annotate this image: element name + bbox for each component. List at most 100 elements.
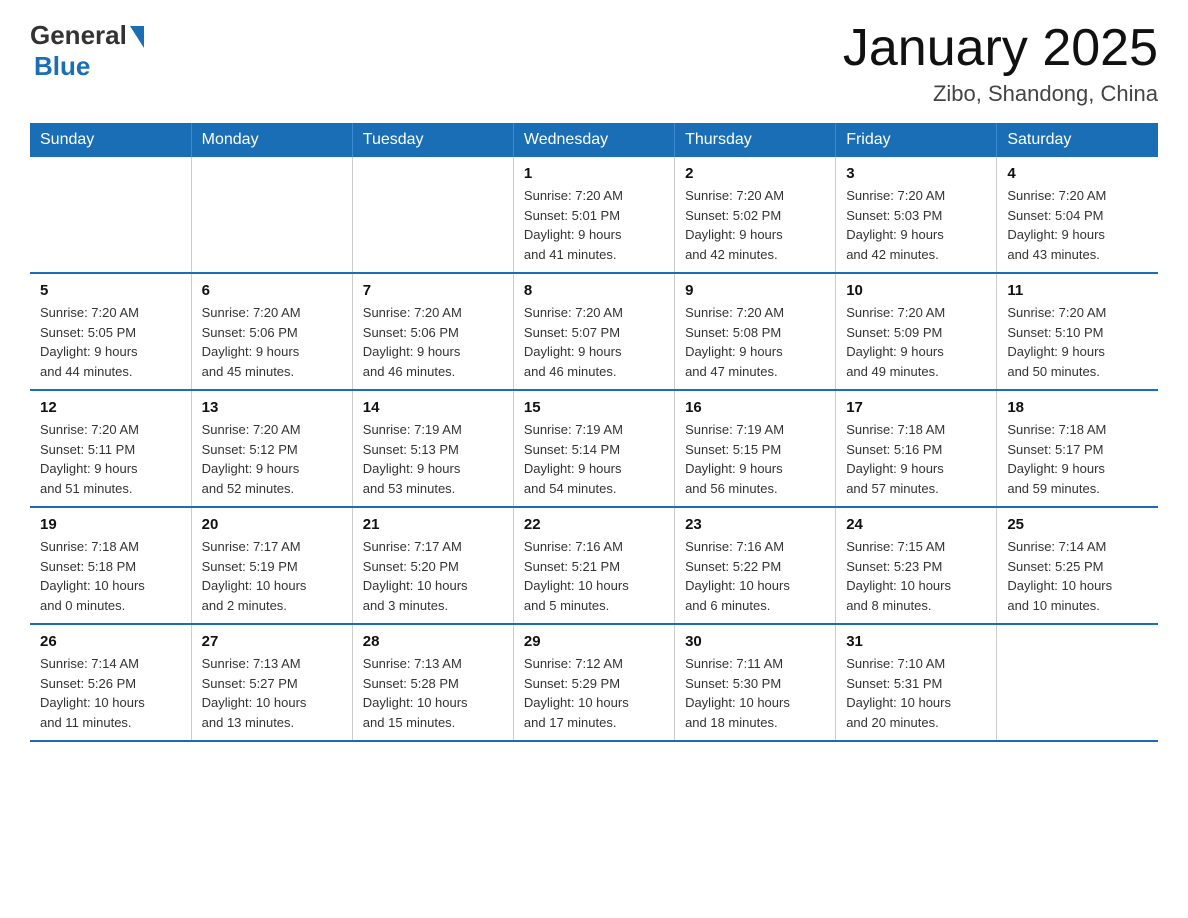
day-number: 18 [1007, 399, 1148, 416]
day-info: Sunrise: 7:16 AM Sunset: 5:21 PM Dayligh… [524, 537, 664, 615]
col-header-wednesday: Wednesday [513, 123, 674, 157]
logo: General Blue [30, 20, 144, 82]
day-number: 6 [202, 282, 342, 299]
page-header: General Blue January 2025 Zibo, Shandong… [30, 20, 1158, 107]
calendar-cell [352, 157, 513, 273]
calendar-cell: 12 Sunrise: 7:20 AM Sunset: 5:11 PM Dayli… [30, 390, 191, 507]
day-number: 10 [846, 282, 986, 299]
week-row-5: 26 Sunrise: 7:14 AM Sunset: 5:26 PM Dayli… [30, 624, 1158, 741]
day-info: Sunrise: 7:20 AM Sunset: 5:06 PM Dayligh… [363, 303, 503, 381]
calendar-cell: 10 Sunrise: 7:20 AM Sunset: 5:09 PM Dayli… [836, 273, 997, 390]
day-number: 27 [202, 633, 342, 650]
day-info: Sunrise: 7:14 AM Sunset: 5:26 PM Dayligh… [40, 654, 181, 732]
logo-blue-text: Blue [34, 51, 90, 82]
day-info: Sunrise: 7:20 AM Sunset: 5:09 PM Dayligh… [846, 303, 986, 381]
calendar-cell: 18 Sunrise: 7:18 AM Sunset: 5:17 PM Dayli… [997, 390, 1158, 507]
day-info: Sunrise: 7:20 AM Sunset: 5:10 PM Dayligh… [1007, 303, 1148, 381]
calendar-cell: 6 Sunrise: 7:20 AM Sunset: 5:06 PM Daylig… [191, 273, 352, 390]
calendar-cell: 27Sunrise: 7:13 AM Sunset: 5:27 PM Dayli… [191, 624, 352, 741]
day-number: 13 [202, 399, 342, 416]
day-number: 16 [685, 399, 825, 416]
logo-general-text: General [30, 20, 127, 51]
day-info: Sunrise: 7:15 AM Sunset: 5:23 PM Dayligh… [846, 537, 986, 615]
calendar-cell: 29 Sunrise: 7:12 AM Sunset: 5:29 PM Dayli… [513, 624, 674, 741]
day-info: Sunrise: 7:20 AM Sunset: 5:11 PM Dayligh… [40, 420, 181, 498]
col-header-saturday: Saturday [997, 123, 1158, 157]
day-number: 20 [202, 516, 342, 533]
day-info: Sunrise: 7:18 AM Sunset: 5:17 PM Dayligh… [1007, 420, 1148, 498]
day-info: Sunrise: 7:18 AM Sunset: 5:18 PM Dayligh… [40, 537, 181, 615]
col-header-sunday: Sunday [30, 123, 191, 157]
day-info: Sunrise: 7:11 AM Sunset: 5:30 PM Dayligh… [685, 654, 825, 732]
day-info: Sunrise: 7:20 AM Sunset: 5:05 PM Dayligh… [40, 303, 181, 381]
col-header-friday: Friday [836, 123, 997, 157]
calendar-cell: 16 Sunrise: 7:19 AM Sunset: 5:15 PM Dayli… [675, 390, 836, 507]
day-info: Sunrise: 7:20 AM Sunset: 5:06 PM Dayligh… [202, 303, 342, 381]
day-number: 8 [524, 282, 664, 299]
day-number: 24 [846, 516, 986, 533]
day-info: Sunrise: 7:20 AM Sunset: 5:12 PM Dayligh… [202, 420, 342, 498]
day-info: Sunrise: 7:20 AM Sunset: 5:08 PM Dayligh… [685, 303, 825, 381]
calendar-cell [30, 157, 191, 273]
calendar-cell: 7 Sunrise: 7:20 AM Sunset: 5:06 PM Daylig… [352, 273, 513, 390]
week-row-1: 1Sunrise: 7:20 AM Sunset: 5:01 PM Daylig… [30, 157, 1158, 273]
calendar-table: SundayMondayTuesdayWednesdayThursdayFrid… [30, 123, 1158, 742]
week-row-3: 12 Sunrise: 7:20 AM Sunset: 5:11 PM Dayli… [30, 390, 1158, 507]
day-number: 17 [846, 399, 986, 416]
day-info: Sunrise: 7:13 AM Sunset: 5:28 PM Dayligh… [363, 654, 503, 732]
col-header-tuesday: Tuesday [352, 123, 513, 157]
calendar-cell: 8Sunrise: 7:20 AM Sunset: 5:07 PM Daylig… [513, 273, 674, 390]
day-info: Sunrise: 7:20 AM Sunset: 5:04 PM Dayligh… [1007, 186, 1148, 264]
day-info: Sunrise: 7:16 AM Sunset: 5:22 PM Dayligh… [685, 537, 825, 615]
day-info: Sunrise: 7:19 AM Sunset: 5:15 PM Dayligh… [685, 420, 825, 498]
day-info: Sunrise: 7:10 AM Sunset: 5:31 PM Dayligh… [846, 654, 986, 732]
day-number: 1 [524, 165, 664, 182]
calendar-cell: 5 Sunrise: 7:20 AM Sunset: 5:05 PM Daylig… [30, 273, 191, 390]
day-info: Sunrise: 7:14 AM Sunset: 5:25 PM Dayligh… [1007, 537, 1148, 615]
day-number: 26 [40, 633, 181, 650]
calendar-cell: 4Sunrise: 7:20 AM Sunset: 5:04 PM Daylig… [997, 157, 1158, 273]
col-header-monday: Monday [191, 123, 352, 157]
calendar-header-row: SundayMondayTuesdayWednesdayThursdayFrid… [30, 123, 1158, 157]
title-block: January 2025 Zibo, Shandong, China [843, 20, 1158, 107]
calendar-cell: 15Sunrise: 7:19 AM Sunset: 5:14 PM Dayli… [513, 390, 674, 507]
calendar-cell [191, 157, 352, 273]
calendar-cell: 19Sunrise: 7:18 AM Sunset: 5:18 PM Dayli… [30, 507, 191, 624]
calendar-cell: 26 Sunrise: 7:14 AM Sunset: 5:26 PM Dayli… [30, 624, 191, 741]
day-number: 5 [40, 282, 181, 299]
calendar-cell: 31 Sunrise: 7:10 AM Sunset: 5:31 PM Dayli… [836, 624, 997, 741]
calendar-cell: 30 Sunrise: 7:11 AM Sunset: 5:30 PM Dayli… [675, 624, 836, 741]
day-info: Sunrise: 7:19 AM Sunset: 5:13 PM Dayligh… [363, 420, 503, 498]
calendar-cell: 17Sunrise: 7:18 AM Sunset: 5:16 PM Dayli… [836, 390, 997, 507]
col-header-thursday: Thursday [675, 123, 836, 157]
calendar-cell: 14Sunrise: 7:19 AM Sunset: 5:13 PM Dayli… [352, 390, 513, 507]
day-number: 25 [1007, 516, 1148, 533]
day-number: 7 [363, 282, 503, 299]
day-info: Sunrise: 7:17 AM Sunset: 5:20 PM Dayligh… [363, 537, 503, 615]
day-number: 3 [846, 165, 986, 182]
day-info: Sunrise: 7:20 AM Sunset: 5:02 PM Dayligh… [685, 186, 825, 264]
calendar-subtitle: Zibo, Shandong, China [843, 81, 1158, 107]
calendar-cell: 11Sunrise: 7:20 AM Sunset: 5:10 PM Dayli… [997, 273, 1158, 390]
day-number: 28 [363, 633, 503, 650]
calendar-title: January 2025 [843, 20, 1158, 77]
day-info: Sunrise: 7:12 AM Sunset: 5:29 PM Dayligh… [524, 654, 664, 732]
day-number: 31 [846, 633, 986, 650]
day-number: 9 [685, 282, 825, 299]
week-row-4: 19Sunrise: 7:18 AM Sunset: 5:18 PM Dayli… [30, 507, 1158, 624]
calendar-cell: 1Sunrise: 7:20 AM Sunset: 5:01 PM Daylig… [513, 157, 674, 273]
calendar-cell: 28 Sunrise: 7:13 AM Sunset: 5:28 PM Dayli… [352, 624, 513, 741]
calendar-cell [997, 624, 1158, 741]
week-row-2: 5 Sunrise: 7:20 AM Sunset: 5:05 PM Daylig… [30, 273, 1158, 390]
day-number: 22 [524, 516, 664, 533]
calendar-cell: 25 Sunrise: 7:14 AM Sunset: 5:25 PM Dayli… [997, 507, 1158, 624]
day-number: 12 [40, 399, 181, 416]
day-number: 30 [685, 633, 825, 650]
day-info: Sunrise: 7:17 AM Sunset: 5:19 PM Dayligh… [202, 537, 342, 615]
day-number: 23 [685, 516, 825, 533]
calendar-cell: 22 Sunrise: 7:16 AM Sunset: 5:21 PM Dayli… [513, 507, 674, 624]
calendar-cell: 3Sunrise: 7:20 AM Sunset: 5:03 PM Daylig… [836, 157, 997, 273]
day-info: Sunrise: 7:19 AM Sunset: 5:14 PM Dayligh… [524, 420, 664, 498]
day-number: 29 [524, 633, 664, 650]
calendar-cell: 9 Sunrise: 7:20 AM Sunset: 5:08 PM Daylig… [675, 273, 836, 390]
